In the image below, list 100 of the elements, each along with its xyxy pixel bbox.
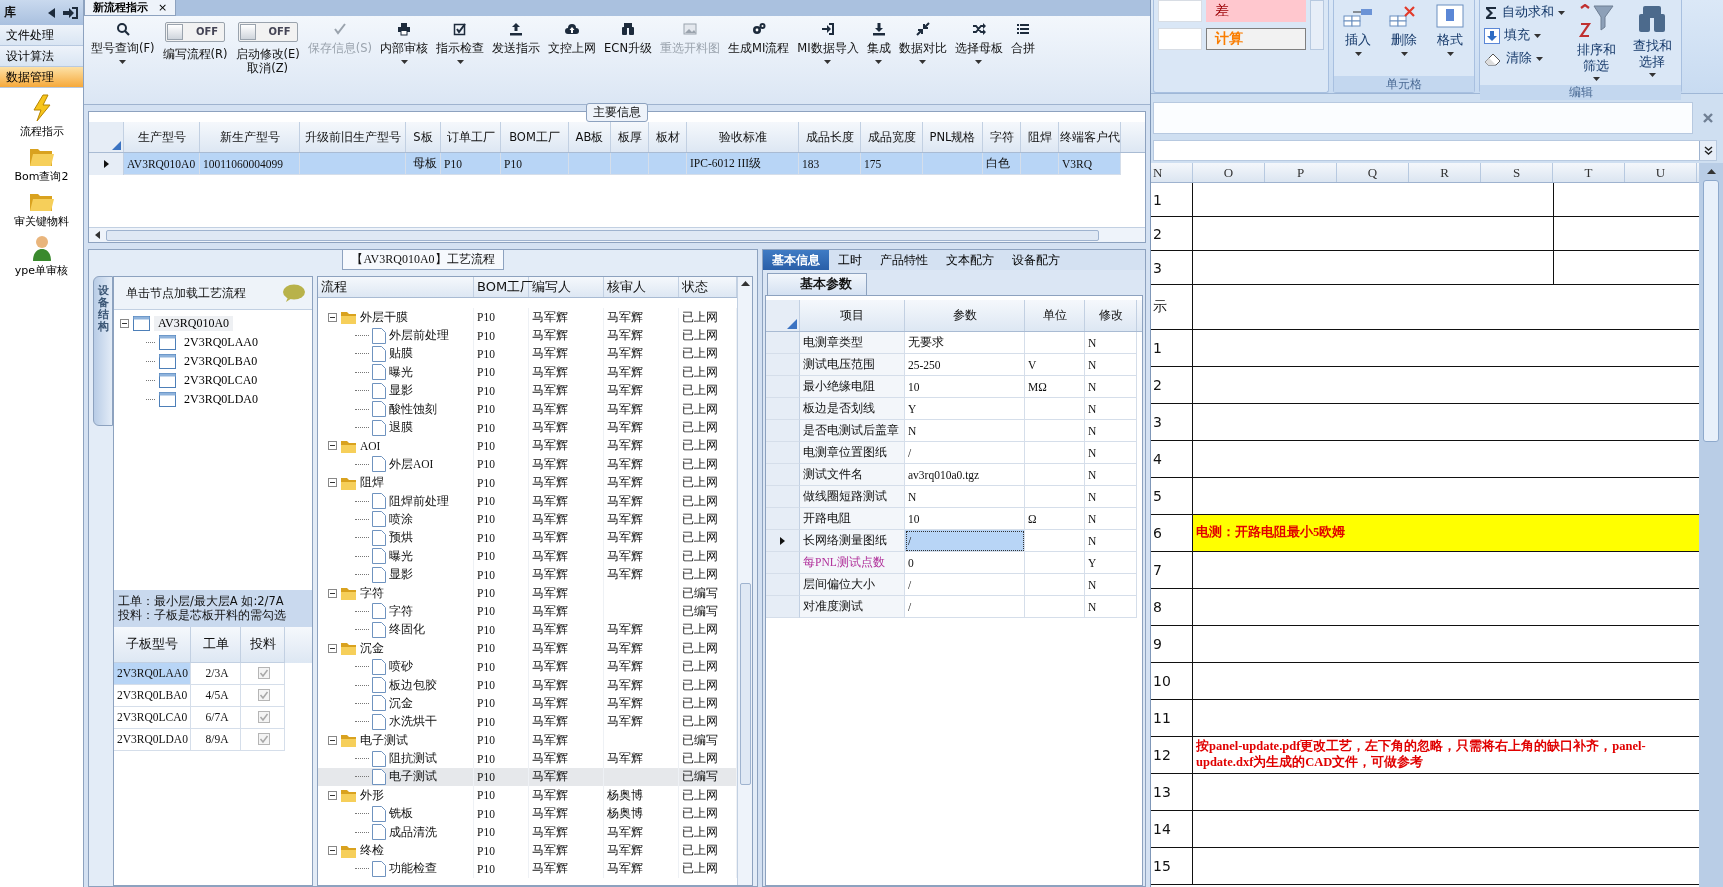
column-header[interactable]: 成品长度 xyxy=(799,122,861,152)
toggle-switch[interactable]: OFF xyxy=(237,22,298,42)
value-cell[interactable]: N xyxy=(905,420,1025,442)
toolbar-button[interactable]: 文控上网 xyxy=(545,22,600,56)
tab[interactable]: 文本配方 xyxy=(937,250,1003,270)
column-header[interactable]: 编写人 xyxy=(529,277,604,297)
scrollbar-thumb[interactable] xyxy=(106,229,1099,241)
toolbar-button[interactable]: OFF 启动修改(E) 取消(Z) xyxy=(232,22,303,76)
name-field[interactable] xyxy=(1153,140,1717,161)
toolbar-button[interactable]: 内部审核 xyxy=(377,22,432,65)
column-header[interactable]: 板厚 xyxy=(611,122,649,152)
toolbar-button[interactable]: 数据对比 xyxy=(895,22,950,65)
column-header[interactable]: Q xyxy=(1337,163,1409,182)
column-header[interactable]: O xyxy=(1193,163,1265,182)
scrollbar-thumb[interactable] xyxy=(1703,180,1719,442)
collapse-icon[interactable] xyxy=(328,846,337,855)
column-header[interactable]: P xyxy=(1265,163,1337,182)
close-tab-button[interactable]: × xyxy=(158,1,168,14)
collapse-icon[interactable] xyxy=(328,478,337,488)
table-cell[interactable]: 2V3RQ0LBA0 xyxy=(114,684,191,707)
formula-field[interactable] xyxy=(1153,102,1693,134)
collapse-icon[interactable] xyxy=(328,790,337,800)
ribbon-button[interactable]: 排序和 筛选 xyxy=(1571,2,1621,84)
column-header[interactable]: 成品宽度 xyxy=(861,122,923,152)
process-row[interactable]: AOI P10 马军辉 马军辉 已上网 xyxy=(318,436,737,456)
process-row[interactable]: 沉金 P10 马军辉 马军辉 已上网 xyxy=(318,694,737,713)
ribbon-button[interactable]: 删除 xyxy=(1384,2,1424,74)
column-header[interactable]: S板 xyxy=(406,122,441,152)
tree-item[interactable]: 2V3RQ0LBA0 xyxy=(180,354,262,369)
column-header[interactable]: T xyxy=(1553,163,1625,182)
table-cell[interactable]: 2V3RQ0LAA0 xyxy=(114,662,191,685)
process-row[interactable]: 喷涂 P10 马军辉 马军辉 已上网 xyxy=(318,510,737,529)
sub-tab[interactable]: 基本参数 xyxy=(767,273,867,295)
process-row[interactable]: 功能检查 P10 马军辉 马军辉 已上网 xyxy=(318,859,737,879)
toolbar-button[interactable]: ECN升级 xyxy=(601,22,655,56)
column-header[interactable]: 投料 xyxy=(241,626,285,663)
document-tab[interactable]: 新流程指示 × xyxy=(84,0,177,16)
ribbon-button[interactable]: 填充 xyxy=(1484,26,1565,45)
process-row[interactable]: 喷砂 P10 马军辉 马军辉 已上网 xyxy=(318,657,737,676)
process-row[interactable]: 退膜 P10 马军辉 马军辉 已上网 xyxy=(318,418,737,437)
sidebar-item[interactable]: 设计算法 xyxy=(0,46,83,67)
value-cell[interactable]: 25-250 xyxy=(905,354,1025,376)
column-header[interactable]: U xyxy=(1625,163,1697,182)
row-header[interactable] xyxy=(766,530,800,552)
toolbar-button[interactable]: 型号查询(F) xyxy=(88,22,158,65)
ribbon-button[interactable]: 查找和 选择 xyxy=(1627,2,1677,84)
column-header[interactable]: 子板型号 xyxy=(114,626,191,663)
column-header[interactable]: 验收标准 xyxy=(687,122,799,152)
process-row[interactable]: 电子测试 P10 马军辉 已编写 xyxy=(318,767,737,787)
side-tab[interactable]: 设备结构 xyxy=(93,276,113,426)
value-cell[interactable]: 0 xyxy=(905,552,1025,574)
process-row[interactable]: 字符 P10 马军辉 已编写 xyxy=(318,583,737,603)
column-header[interactable]: AB板 xyxy=(569,122,611,152)
launcher-button[interactable]: 流程指示 xyxy=(0,94,83,139)
process-row[interactable]: 字符 P10 马军辉 已编写 xyxy=(318,602,737,621)
tree-item[interactable]: 2V3RQ0LAA0 xyxy=(180,335,262,350)
tree-item[interactable]: AV3RQ010A0 xyxy=(154,316,234,331)
process-row[interactable]: 贴膜 P10 马军辉 马军辉 已上网 xyxy=(318,344,737,364)
toolbar-button[interactable]: 生成MI流程 xyxy=(725,22,793,56)
collapse-icon[interactable] xyxy=(328,312,337,322)
value-cell[interactable]: N xyxy=(905,486,1025,508)
column-header[interactable]: 流程 xyxy=(318,277,474,297)
process-row[interactable]: 水洗烘干 P10 马军辉 马军辉 已上网 xyxy=(318,712,737,731)
sidebar-item[interactable]: 数据管理 xyxy=(0,67,83,88)
column-header[interactable]: N xyxy=(1151,163,1193,182)
table-row[interactable]: AV3RQ010A0 10011060004099 母板 P10 P10 IPC-6012 III级 183 175 白色 V3RQ xyxy=(89,153,1121,175)
collapse-icon[interactable] xyxy=(120,319,129,328)
value-cell[interactable]: / xyxy=(905,574,1025,596)
collapse-icon[interactable] xyxy=(328,735,337,745)
toolbar-button[interactable]: 发送指示 xyxy=(489,22,544,56)
launcher-button[interactable]: Bom查询2 xyxy=(0,145,83,184)
toolbar-button[interactable]: OFF 编写流程(R) xyxy=(159,22,231,62)
process-row[interactable]: 曝光 P10 马军辉 马军辉 已上网 xyxy=(318,547,737,566)
collapse-icon[interactable] xyxy=(328,588,337,598)
process-row[interactable]: 沉金 P10 马军辉 马军辉 已上网 xyxy=(318,639,737,658)
value-cell[interactable]: / xyxy=(905,596,1025,618)
tab[interactable]: 产品特性 xyxy=(871,250,937,270)
sidebar-item[interactable]: 文件处理 xyxy=(0,25,83,46)
column-header[interactable]: 新生产型号 xyxy=(200,122,300,152)
tab[interactable]: 基本信息 xyxy=(763,250,829,270)
process-row[interactable]: 显影 P10 马军辉 马军辉 已上网 xyxy=(318,565,737,584)
collapse-icon[interactable] xyxy=(328,643,337,653)
process-row[interactable]: 显影 P10 马军辉 马军辉 已上网 xyxy=(318,381,737,400)
value-cell[interactable]: Y xyxy=(905,398,1025,420)
ribbon-button[interactable]: 自动求和 xyxy=(1484,3,1565,22)
column-header[interactable]: 板材 xyxy=(649,122,687,152)
toolbar-button[interactable]: 合拼 xyxy=(1007,22,1038,56)
toolbar-button[interactable]: MI数据导入 xyxy=(794,22,862,65)
table-cell[interactable]: 2V3RQ0LDA0 xyxy=(114,728,191,751)
column-header[interactable]: 核审人 xyxy=(604,277,679,297)
process-row[interactable]: 外层干膜 P10 马军辉 马军辉 已上网 xyxy=(318,308,737,327)
column-header[interactable]: 生产型号 xyxy=(124,122,200,152)
value-cell[interactable]: / xyxy=(905,530,1025,552)
process-row[interactable]: 终检 P10 马军辉 马军辉 已上网 xyxy=(318,841,737,860)
process-row[interactable]: 外层AOI P10 马军辉 马军辉 已上网 xyxy=(318,455,737,474)
launcher-button[interactable]: 审关键物料 xyxy=(0,190,83,229)
process-row[interactable]: 曝光 P10 马军辉 马军辉 已上网 xyxy=(318,363,737,382)
checkbox[interactable] xyxy=(258,711,270,724)
collapse-icon[interactable] xyxy=(328,441,337,451)
column-header[interactable]: 字符 xyxy=(983,122,1021,152)
